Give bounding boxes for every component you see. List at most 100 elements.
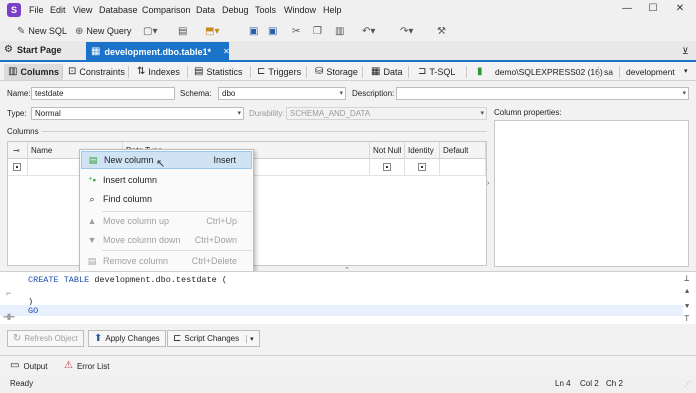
status-char: Ch 2 (606, 379, 623, 388)
divider (306, 66, 307, 78)
menu-file[interactable]: File (29, 5, 44, 15)
menu-item-move-up[interactable]: ▲ Move column up Ctrl+Up (81, 212, 252, 230)
divider (466, 66, 467, 78)
sql-line-1: CREATE TABLE development.dbo.testdate ( (28, 275, 227, 285)
new-object-icon[interactable]: ▢▾ (143, 24, 157, 38)
refresh-object-button[interactable]: ↻ Refresh Object (7, 330, 84, 347)
column-header-identity[interactable]: Identity (405, 142, 440, 159)
menu-item-new-column[interactable]: ▤ New column Insert (81, 151, 252, 169)
menu-item-insert-column[interactable]: ⁺▪ Insert column (81, 171, 252, 189)
menu-view[interactable]: View (73, 5, 92, 15)
copy-icon[interactable]: ❐ (313, 24, 322, 38)
apply-changes-button[interactable]: ⬆ Apply Changes (88, 330, 166, 347)
scroll-down-icon[interactable]: ▼ (685, 303, 689, 311)
split-horizontal-icon[interactable]: ⊥ (684, 274, 689, 284)
menu-database[interactable]: Database (99, 5, 138, 15)
tab-indexes[interactable]: ⇅ Indexes (133, 64, 184, 80)
output-icon: ▭ (10, 360, 20, 371)
not-null-checkbox[interactable] (383, 163, 391, 171)
menu-tools[interactable]: Tools (255, 5, 276, 15)
not-null-cell[interactable] (370, 159, 405, 176)
cut-icon[interactable]: ✂ (292, 24, 300, 38)
menu-edit[interactable]: Edit (50, 5, 66, 15)
tab-overflow-icon[interactable]: ⊻ (682, 46, 689, 57)
refresh-icon: ↻ (13, 332, 22, 344)
undo-icon[interactable]: ↶▾ (362, 24, 375, 38)
menu-data[interactable]: Data (196, 5, 215, 15)
split-icon[interactable]: ⊣⊢ (3, 312, 15, 324)
default-cell[interactable] (440, 159, 486, 176)
document-tabs: ⚙ Start Page ▦ development.dbo.table1* ✕… (0, 41, 696, 62)
tab-storage[interactable]: ⛁ Storage (311, 64, 362, 80)
maximize-button[interactable]: ☐ (643, 3, 663, 17)
tab-columns-label: Columns (20, 67, 59, 77)
new-query-icon: ⊕ (75, 25, 84, 37)
tab-start-page[interactable]: ⚙ Start Page (4, 45, 62, 56)
chevron-down-icon: ▾ (237, 110, 241, 117)
split-vertical-icon[interactable]: ⊤ (684, 314, 689, 324)
menu-help[interactable]: Help (323, 5, 342, 15)
chevron-right-icon[interactable]: › (487, 180, 489, 187)
divider (598, 66, 599, 78)
tab-constraints[interactable]: ⊡ Constraints (64, 64, 129, 80)
fold-icon[interactable]: ⌐ (6, 289, 11, 299)
close-button[interactable]: ✕ (670, 3, 690, 17)
error-list-tab[interactable]: ⚠ Error List (64, 361, 109, 371)
save-icon[interactable]: ▣ (249, 24, 258, 38)
error-list-icon: ⚠ (64, 360, 73, 371)
menu-item-find-column[interactable]: ⌕ Find column (81, 190, 252, 208)
identity-cell[interactable] (405, 159, 440, 176)
script-changes-button[interactable]: ⊏ Script Changes ▾ (167, 330, 260, 347)
tab-triggers[interactable]: ⊏ Triggers (253, 64, 305, 80)
connect-icon[interactable]: ⬒▾ (205, 24, 219, 38)
current-line-highlight (0, 305, 683, 316)
tab-close-icon[interactable]: ✕ (223, 48, 230, 56)
save-all-icon[interactable]: ▣ (268, 24, 277, 38)
schema-select[interactable]: dbo ▾ (218, 87, 346, 100)
format-icon[interactable]: ⚒ (437, 24, 446, 38)
tab-statistics[interactable]: ▤ Statistics (190, 64, 246, 80)
tab-tsql[interactable]: ⊐ T-SQL (414, 64, 459, 80)
menu-item-remove-column[interactable]: ▤ Remove column Ctrl+Delete (81, 252, 252, 270)
tab-columns[interactable]: ▥ Columns (4, 64, 63, 80)
resize-grip-icon[interactable]: ⋰ (684, 380, 691, 388)
table-row[interactable] (8, 159, 28, 176)
tab-data[interactable]: ▦ Data (367, 64, 406, 80)
find-column-icon: ⌕ (89, 193, 95, 204)
type-select[interactable]: Normal ▾ (31, 107, 244, 120)
identity-checkbox[interactable] (418, 163, 426, 171)
minimize-button[interactable]: — (617, 3, 637, 17)
menu-item-move-down[interactable]: ▼ Move column down Ctrl+Down (81, 231, 252, 249)
chevron-down-icon[interactable]: ▾ (246, 334, 254, 343)
connection-user[interactable]: sa (604, 67, 613, 77)
connection-database[interactable]: development (626, 67, 675, 77)
name-field[interactable]: testdate (31, 87, 175, 100)
durability-value: SCHEMA_AND_DATA (290, 109, 371, 118)
description-field[interactable]: ▾ (396, 87, 689, 100)
menu-debug[interactable]: Debug (222, 5, 249, 15)
connection-server[interactable]: demo\SQLEXPRESS02 (16) (495, 67, 603, 77)
divider (362, 66, 363, 78)
menu-comparison[interactable]: Comparison (142, 5, 191, 15)
row-selector-icon[interactable] (13, 163, 21, 171)
sql-editor[interactable]: CREATE TABLE development.dbo.testdate ( … (0, 271, 696, 324)
tab-data-label: Data (383, 67, 403, 77)
output-tab[interactable]: ▭ Output (10, 361, 47, 371)
column-header-default[interactable]: Default (440, 142, 486, 159)
indexes-icon: ⇅ (137, 66, 146, 77)
new-query-button[interactable]: ⊕ New Query (75, 24, 131, 38)
open-icon[interactable]: ▤ (178, 24, 187, 38)
divider (128, 66, 129, 78)
menu-window[interactable]: Window (284, 5, 316, 15)
tab-document[interactable]: ▦ development.dbo.table1* ✕ (86, 42, 230, 62)
scroll-up-icon[interactable]: ▲ (685, 288, 689, 296)
type-value: Normal (35, 109, 61, 118)
redo-icon[interactable]: ↷▾ (400, 24, 413, 38)
new-sql-button[interactable]: ✎ New SQL (17, 24, 67, 38)
move-up-icon: ▲ (87, 216, 97, 226)
name-label: Name: (7, 89, 31, 98)
column-header-not-null[interactable]: Not Null (370, 142, 405, 159)
paste-icon[interactable]: ▥ (335, 24, 344, 38)
schema-label: Schema: (180, 89, 212, 98)
chevron-down-icon[interactable]: ▾ (684, 67, 688, 75)
